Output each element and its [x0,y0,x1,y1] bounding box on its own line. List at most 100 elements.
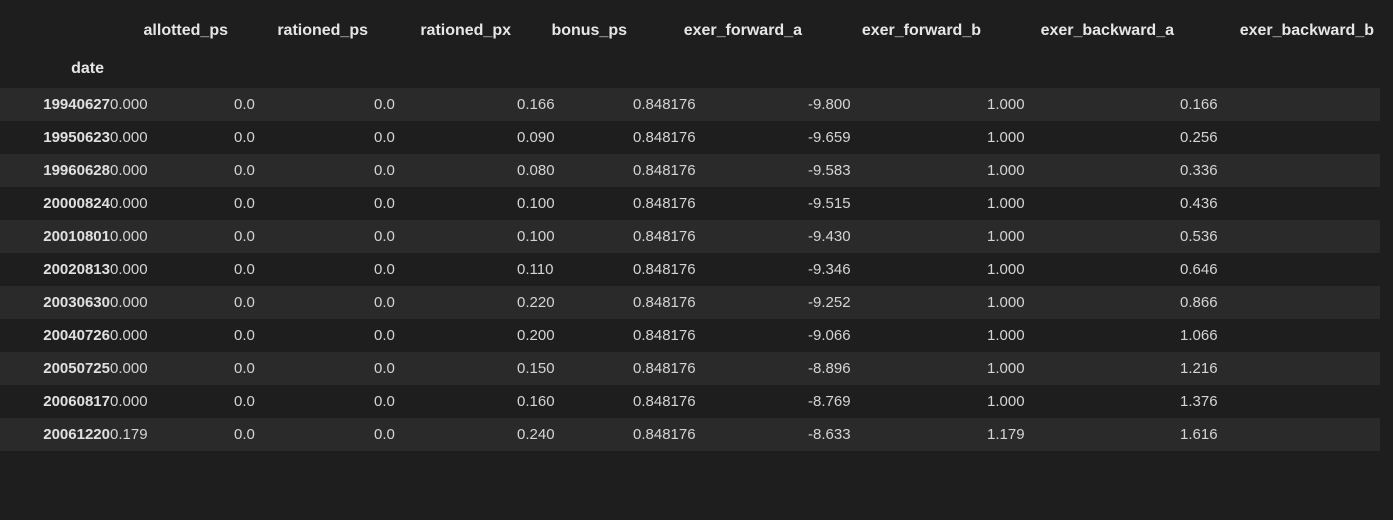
cell-exer-forward-b: -9.583 [808,162,851,179]
row-index: 19950623 [43,129,110,146]
cell-exer-forward-a: 0.848176 [633,426,696,443]
cell-exer-backward-b: 0.646 [1180,261,1218,278]
column-header-row: allotted_ps rationed_ps rationed_px bonus_p… [0,0,1380,60]
cell-exer-forward-b: -9.515 [808,195,851,212]
cell-rationed-ps: 0.0 [234,294,255,311]
cell-rationed-px: 0.0 [374,129,395,146]
cell-exer-forward-b: -9.430 [808,228,851,245]
cell-exer-backward-a: 1.000 [987,129,1025,146]
cell-exer-forward-a: 0.848176 [633,96,696,113]
cell-bonus-ps: 0.166 [517,96,555,113]
cell-exer-forward-a: 0.848176 [633,327,696,344]
cell-rationed-ps: 0.0 [234,360,255,377]
cell-bonus-ps: 0.160 [517,393,555,410]
cell-exer-backward-b: 0.256 [1180,129,1218,146]
cell-exer-backward-b: 1.216 [1180,360,1218,377]
cell-exer-forward-a: 0.848176 [633,228,696,245]
cell-exer-backward-b: 1.376 [1180,393,1218,410]
cell-exer-backward-b: 0.166 [1180,96,1218,113]
cell-rationed-ps: 0.0 [234,426,255,443]
cell-rationed-px: 0.0 [374,393,395,410]
row-index: 20040726 [43,327,110,344]
cell-exer-backward-a: 1.000 [987,327,1025,344]
cell-rationed-px: 0.0 [374,261,395,278]
row-index: 20020813 [43,261,110,278]
column-header-rationed-px: rationed_px [420,22,511,39]
cell-bonus-ps: 0.150 [517,360,555,377]
cell-exer-forward-b: -8.896 [808,360,851,377]
cell-allotted-ps: 0.000 [110,261,148,278]
table-row: 19950623 0.000 0.0 0.0 0.090 0.848176 -9.659 1.… [0,121,1380,154]
cell-exer-forward-a: 0.848176 [633,393,696,410]
cell-exer-forward-b: -8.769 [808,393,851,410]
index-name-row: date [0,60,1380,88]
row-index: 19940627 [43,96,110,113]
cell-exer-backward-a: 1.000 [987,228,1025,245]
cell-rationed-px: 0.0 [374,360,395,377]
cell-rationed-px: 0.0 [374,228,395,245]
row-index: 20050725 [43,360,110,377]
cell-exer-forward-b: -9.800 [808,96,851,113]
cell-bonus-ps: 0.240 [517,426,555,443]
cell-bonus-ps: 0.100 [517,195,555,212]
index-name: date [71,60,104,77]
cell-exer-backward-a: 1.000 [987,393,1025,410]
cell-bonus-ps: 0.100 [517,228,555,245]
cell-exer-backward-a: 1.000 [987,261,1025,278]
cell-rationed-ps: 0.0 [234,162,255,179]
cell-allotted-ps: 0.000 [110,393,148,410]
cell-exer-backward-a: 1.179 [987,426,1025,443]
cell-rationed-px: 0.0 [374,294,395,311]
dataframe-output: allotted_ps rationed_ps rationed_px bonus_p… [0,0,1393,520]
cell-bonus-ps: 0.110 [517,261,554,278]
cell-exer-backward-b: 0.866 [1180,294,1218,311]
cell-rationed-ps: 0.0 [234,129,255,146]
cell-rationed-px: 0.0 [374,195,395,212]
column-header-exer-forward-b: exer_forward_b [861,22,981,39]
cell-exer-forward-a: 0.848176 [633,261,696,278]
cell-allotted-ps: 0.000 [110,195,148,212]
cell-allotted-ps: 0.000 [110,294,148,311]
cell-rationed-ps: 0.0 [234,195,255,212]
cell-exer-forward-a: 0.848176 [633,360,696,377]
cell-exer-forward-b: -8.633 [808,426,851,443]
cell-exer-forward-a: 0.848176 [633,294,696,311]
column-header-exer-backward-a: exer_backward_a [1040,22,1174,39]
cell-exer-backward-a: 1.000 [987,294,1025,311]
table-header: allotted_ps rationed_ps rationed_px bonus_p… [0,0,1380,88]
table-row: 19960628 0.000 0.0 0.0 0.080 0.848176 -9.583 1.… [0,154,1380,187]
cell-exer-forward-a: 0.848176 [633,162,696,179]
cell-exer-backward-a: 1.000 [987,195,1025,212]
row-index: 20060817 [43,393,110,410]
cell-exer-backward-b: 1.616 [1180,426,1218,443]
row-index: 20030630 [43,294,110,311]
table-row: 20000824 0.000 0.0 0.0 0.100 0.848176 -9.515 1.… [0,187,1380,220]
cell-rationed-ps: 0.0 [234,228,255,245]
cell-exer-forward-b: -9.252 [808,294,851,311]
cell-rationed-px: 0.0 [374,426,395,443]
table-row: 20060817 0.000 0.0 0.0 0.160 0.848176 -8.769 1.… [0,385,1380,418]
column-header-exer-forward-a: exer_forward_a [683,22,802,39]
row-index: 20000824 [43,195,110,212]
table-row: 20010801 0.000 0.0 0.0 0.100 0.848176 -9.430 1.… [0,220,1380,253]
cell-rationed-px: 0.0 [374,327,395,344]
dataframe-table: allotted_ps rationed_ps rationed_px bonus_p… [0,0,1380,451]
column-header-rationed-ps: rationed_ps [277,22,368,39]
cell-bonus-ps: 0.220 [517,294,555,311]
cell-exer-backward-b: 1.066 [1180,327,1218,344]
cell-exer-backward-a: 1.000 [987,360,1025,377]
cell-bonus-ps: 0.080 [517,162,555,179]
column-header-bonus-ps: bonus_ps [551,22,627,39]
header-corner [0,0,110,60]
table-row: 20030630 0.000 0.0 0.0 0.220 0.848176 -9.252 1.… [0,286,1380,319]
column-header-allotted-ps: allotted_ps [143,22,228,39]
cell-exer-backward-b: 0.536 [1180,228,1218,245]
column-header-exer-backward-b: exer_backward_b [1239,22,1374,39]
cell-allotted-ps: 0.000 [110,162,148,179]
table-row: 20050725 0.000 0.0 0.0 0.150 0.848176 -8.896 1.… [0,352,1380,385]
cell-exer-backward-b: 0.436 [1180,195,1218,212]
cell-allotted-ps: 0.000 [110,327,148,344]
cell-allotted-ps: 0.000 [110,228,148,245]
cell-exer-forward-b: -9.346 [808,261,851,278]
cell-allotted-ps: 0.000 [110,360,148,377]
